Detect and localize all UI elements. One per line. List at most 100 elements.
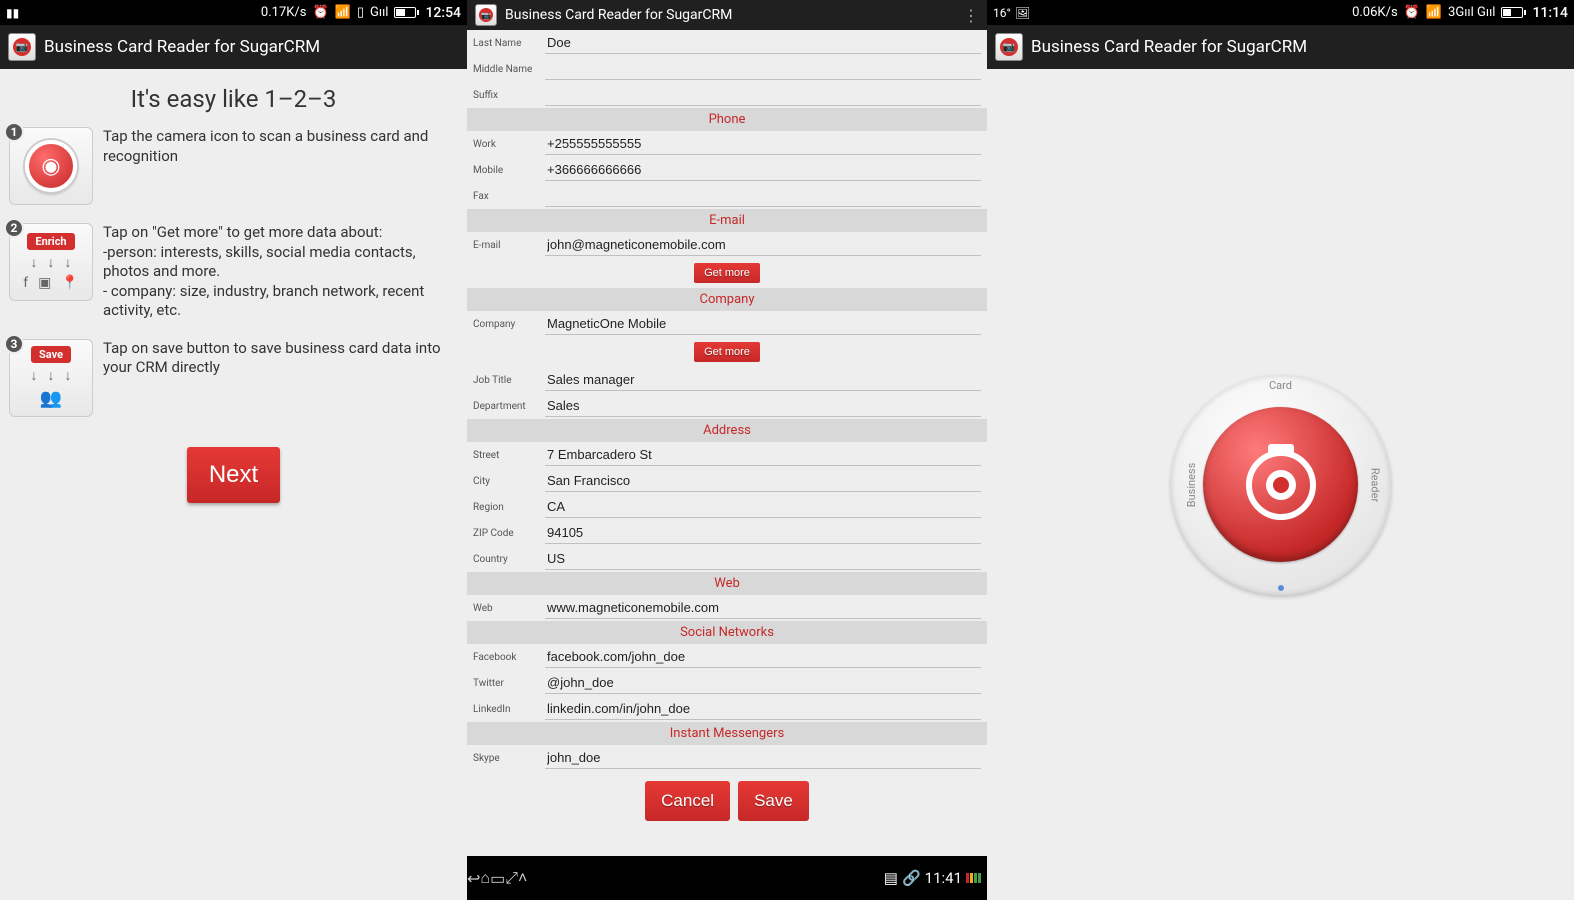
cancel-button[interactable]: Cancel <box>645 781 730 821</box>
collapse-icon[interactable]: ˄ <box>518 868 527 888</box>
get-more-button-company[interactable]: Get more <box>694 342 760 362</box>
field-input-e-mail[interactable] <box>545 234 981 256</box>
sim-icon: ▤ <box>884 869 898 887</box>
field-row: Twitter <box>467 670 987 696</box>
capture-button[interactable] <box>1203 407 1358 562</box>
field-row: Middle Name <box>467 56 987 82</box>
field-input-company[interactable] <box>545 313 981 335</box>
get-more-button-email[interactable]: Get more <box>694 263 760 283</box>
dial-label-card[interactable]: Card <box>1269 379 1292 392</box>
field-input-skype[interactable] <box>545 747 981 769</box>
dial-label-business[interactable]: Business <box>1184 462 1197 507</box>
dial-label-reader[interactable]: Reader <box>1369 467 1382 501</box>
field-input-mobile[interactable] <box>545 159 981 181</box>
app-title: Business Card Reader for SugarCRM <box>505 7 732 23</box>
field-row: Facebook <box>467 644 987 670</box>
step-2: 2 Enrich ↓↓↓ f▣📍 Tap on "Get more" to ge… <box>5 223 462 321</box>
field-input-department[interactable] <box>545 395 981 417</box>
data-icon: ▯ <box>357 5 364 20</box>
field-input-suffix[interactable] <box>545 84 981 106</box>
recent-icon[interactable]: ▭ <box>490 869 505 888</box>
pause-icon: ▮▮ <box>6 6 19 20</box>
social-icons-row: f▣📍 <box>23 275 79 291</box>
field-input-city[interactable] <box>545 470 981 492</box>
field-row: City <box>467 468 987 494</box>
field-label: Mobile <box>473 165 545 176</box>
field-row: Street <box>467 442 987 468</box>
nav-status: ▤ 🔗 11:41 <box>884 869 987 887</box>
step-badge: 2 <box>4 218 24 238</box>
section-header-social: Social Networks <box>467 621 987 644</box>
field-input-twitter[interactable] <box>545 672 981 694</box>
capture-dial: Card Business Reader <box>1171 375 1391 595</box>
form-body[interactable]: Last Name Middle Name Suffix Phone Work Mobi… <box>467 30 987 856</box>
field-input-region[interactable] <box>545 496 981 518</box>
app-bar: 📷 Business Card Reader for SugarCRM <box>987 25 1574 69</box>
field-input-linkedin[interactable] <box>545 698 981 720</box>
onboarding-heading: It's easy like 1–2–3 <box>5 85 462 113</box>
android-navbar: ↩ ⌂ ▭ ⤢ ˄ ▤ 🔗 11:41 <box>467 856 987 900</box>
field-label: Country <box>473 554 545 565</box>
section-header-phone: Phone <box>467 108 987 131</box>
battery-icon <box>966 873 981 883</box>
field-label: Job Title <box>473 375 545 386</box>
field-label: Last Name <box>473 38 545 49</box>
overflow-menu-icon[interactable]: ⋮ <box>963 6 979 25</box>
app-logo-icon: 📷 <box>8 33 36 61</box>
clock: 11:14 <box>1532 5 1568 21</box>
field-label: Company <box>473 319 545 330</box>
section-header-company: Company <box>467 288 987 311</box>
field-row: Skype <box>467 745 987 771</box>
field-row: Mobile <box>467 157 987 183</box>
field-label: Department <box>473 401 545 412</box>
field-label: LinkedIn <box>473 704 545 715</box>
screen-onboarding: ▮▮ 0.17K/s ⏰ 📶 ▯ Gııl 12:54 📷 Business C… <box>0 0 467 900</box>
field-input-middle-name[interactable] <box>545 58 981 80</box>
field-row: Region <box>467 494 987 520</box>
field-input-facebook[interactable] <box>545 646 981 668</box>
enrich-tag: Enrich <box>27 233 74 250</box>
camera-icon: ◉ <box>25 140 77 192</box>
home-icon[interactable]: ⌂ <box>480 868 490 888</box>
field-input-zip-code[interactable] <box>545 522 981 544</box>
link-icon: 🔗 <box>902 869 921 887</box>
field-input-fax[interactable] <box>545 185 981 207</box>
field-label: E-mail <box>473 240 545 251</box>
app-title: Business Card Reader for SugarCRM <box>1031 37 1307 57</box>
expand-icon[interactable]: ⤢ <box>505 868 518 888</box>
field-row: Job Title <box>467 367 987 393</box>
net-speed: 0.17K/s <box>261 5 307 20</box>
field-row: Department <box>467 393 987 419</box>
app-bar: 📷 Business Card Reader for SugarCRM ⋮ <box>467 0 987 30</box>
field-row: Last Name <box>467 30 987 56</box>
people-icon: 👥 <box>40 388 62 409</box>
step2-text: Tap on "Get more" to get more data about… <box>103 223 458 321</box>
field-label: Middle Name <box>473 64 545 75</box>
app-logo-icon: 📷 <box>475 4 497 26</box>
step-3: 3 Save ↓↓↓ 👥 Tap on save button to save … <box>5 339 462 417</box>
field-input-work[interactable] <box>545 133 981 155</box>
pin-icon: 📍 <box>61 275 78 291</box>
field-label: Skype <box>473 753 545 764</box>
section-header-address: Address <box>467 419 987 442</box>
field-input-web[interactable] <box>545 597 981 619</box>
step-badge: 1 <box>4 122 24 142</box>
next-button[interactable]: Next <box>187 447 280 503</box>
field-row: Company <box>467 311 987 337</box>
screen-form: 📷 Business Card Reader for SugarCRM ⋮ La… <box>467 0 987 900</box>
field-row: Fax <box>467 183 987 209</box>
field-input-last-name[interactable] <box>545 32 981 54</box>
back-icon[interactable]: ↩ <box>467 869 480 888</box>
field-label: Work <box>473 139 545 150</box>
field-input-street[interactable] <box>545 444 981 466</box>
save-button[interactable]: Save <box>738 781 809 821</box>
step2-icon-card: 2 Enrich ↓↓↓ f▣📍 <box>9 223 93 301</box>
clock: 12:54 <box>425 5 461 21</box>
app-title: Business Card Reader for SugarCRM <box>44 37 320 57</box>
field-input-job-title[interactable] <box>545 369 981 391</box>
field-input-country[interactable] <box>545 548 981 570</box>
alarm-icon: ⏰ <box>1404 5 1420 20</box>
wifi-icon: 📶 <box>335 5 351 20</box>
status-bar: ▮▮ 0.17K/s ⏰ 📶 ▯ Gııl 12:54 <box>0 0 467 25</box>
field-label: Suffix <box>473 90 545 101</box>
